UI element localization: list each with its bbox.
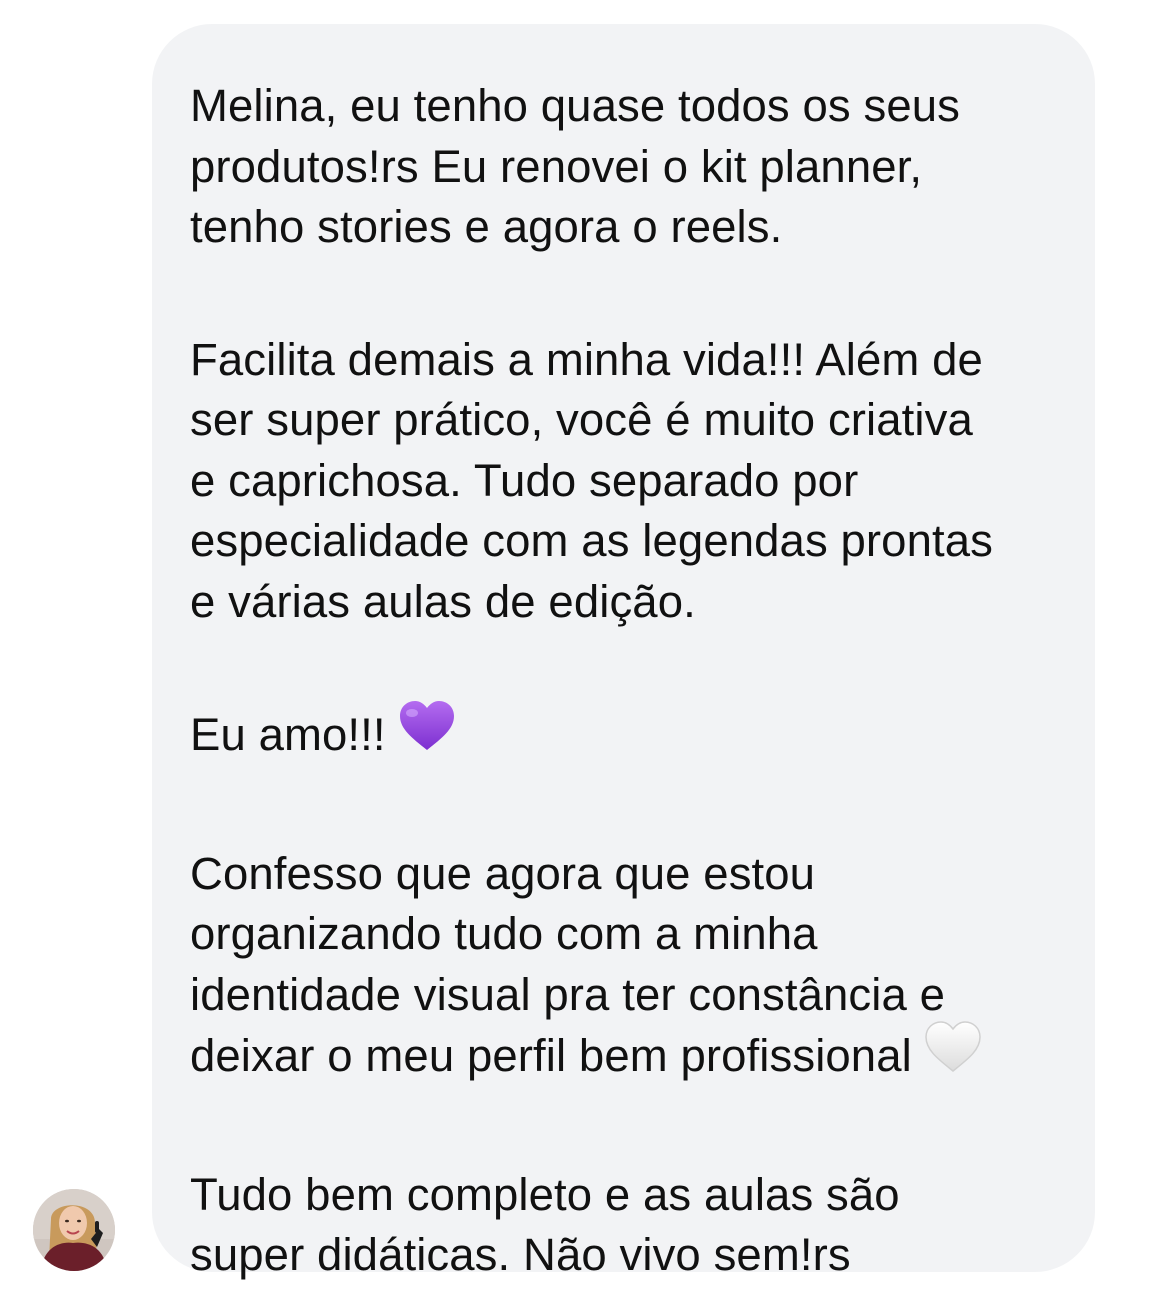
message-paragraph-3: Eu amo!!! (190, 701, 1055, 772)
message-paragraph-1: Melina, eu tenho quase todos os seus pro… (190, 80, 961, 252)
sender-avatar[interactable] (33, 1189, 115, 1271)
message-bubble[interactable]: Melina, eu tenho quase todos os seus pro… (152, 24, 1095, 1280)
message-paragraph-4: Confesso que agora que estou organizando… (190, 844, 1055, 1093)
white-heart-icon (924, 1021, 982, 1089)
purple-heart-icon (398, 700, 456, 768)
message-paragraph-2: Facilita demais a minha vida!!! Além de … (190, 333, 993, 627)
message-paragraph-3-text: Eu amo!!! (190, 708, 386, 760)
message-paragraph-5: Tudo bem completo e as aulas são super d… (190, 1168, 900, 1281)
chat-thread: Melina, eu tenho quase todos os seus pro… (0, 0, 1168, 1291)
message-paragraph-4-text: Confesso que agora que estou organizando… (190, 847, 946, 1081)
